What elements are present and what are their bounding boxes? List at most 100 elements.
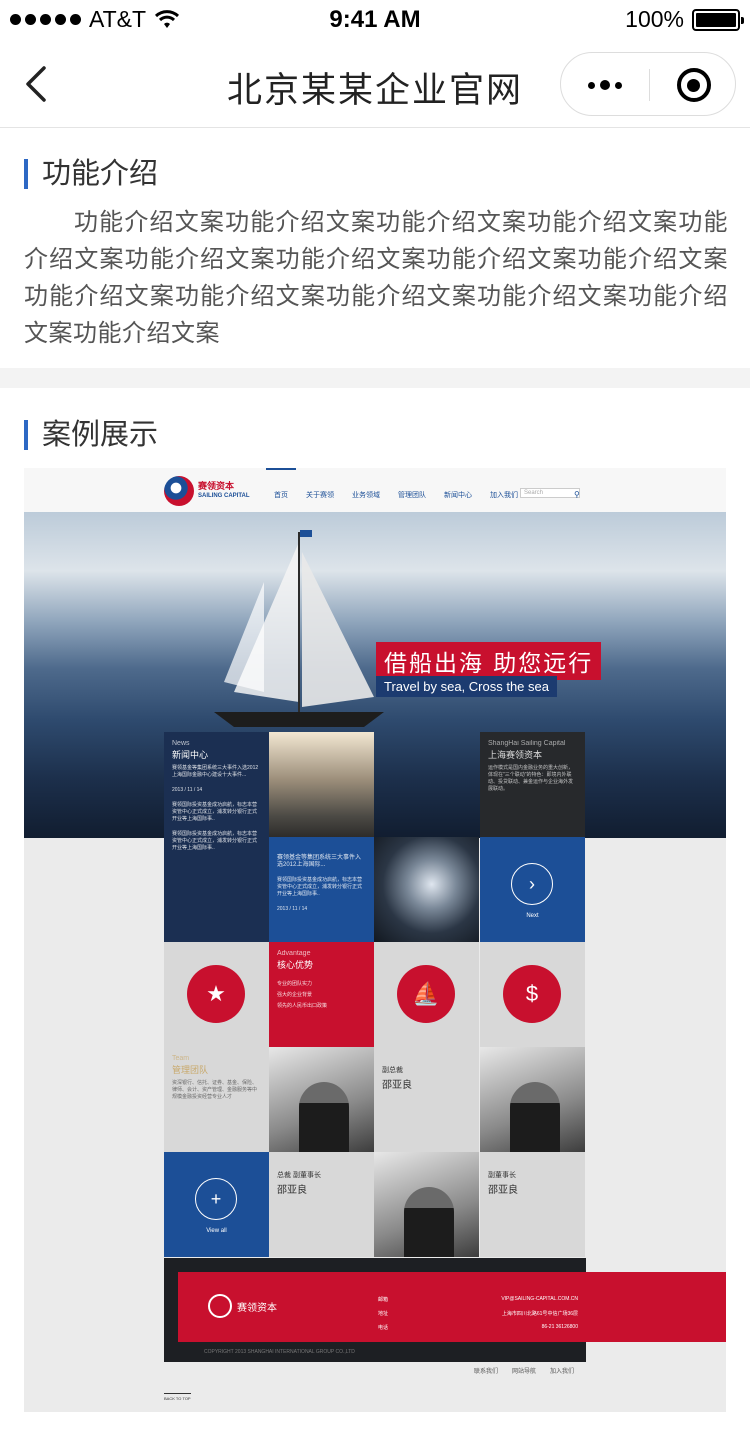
site-menu-item: 业务领域: [352, 492, 380, 499]
site-header: 赛领资本 SAILING CAPITAL 首页 关于赛领 业务领域 管理团队 新闻…: [24, 468, 726, 512]
vp-panel: 副总裁 邵亚良: [374, 1047, 479, 1152]
shanghai-cn: 上海赛领资本: [488, 750, 543, 760]
email-value: VIP@SAILING-CAPITAL.COM.CN: [501, 1296, 578, 1302]
shanghai-text: 运作模式是国内金融业务的重大创新，体现在"三个联动"的特色：即境内外联动、投贷联…: [488, 765, 574, 792]
news-en: News: [172, 740, 190, 747]
advantage-item: 专业的团队实力: [277, 981, 313, 987]
bookmark-tile: ★: [164, 942, 269, 1047]
vc-title: 副董事长: [488, 1172, 516, 1179]
section-title-cases: 案例展示: [24, 420, 158, 450]
intro-text: 功能介绍文案功能介绍文案功能介绍文案功能介绍文案功能介绍文案功能介绍文案功能介绍…: [24, 209, 728, 347]
vp-name: 邵亚良: [382, 1080, 412, 1091]
battery-icon: [692, 8, 744, 31]
watch-photo: [374, 837, 479, 942]
team-cn: 管理团队: [172, 1065, 209, 1075]
battery-percent: 100%: [625, 6, 684, 32]
target-close-icon[interactable]: [650, 53, 737, 117]
reader-photo: [480, 1047, 585, 1152]
navigation-bar: 北京某某企业官网: [0, 40, 750, 128]
site-menu-item: 新闻中心: [444, 492, 472, 499]
logo-icon: [208, 1294, 232, 1318]
banner-slogan: 借船出海 助您远行: [376, 642, 602, 680]
shanghai-en: ShangHai Sailing Capital: [488, 740, 566, 747]
city-photo: [269, 732, 374, 837]
mid-news-date: 2013 / 11 / 14: [277, 906, 308, 912]
advantage-item: 领先的人民币出口政策: [277, 1003, 328, 1009]
back-to-top: BACK TO TOP: [164, 1393, 191, 1401]
view-all-label: View all: [206, 1228, 227, 1234]
bottom-link: 联系我们: [474, 1369, 499, 1375]
person-icon: [404, 1187, 454, 1257]
advantage-en: Advantage: [277, 950, 311, 957]
next-panel[interactable]: › Next: [480, 837, 585, 942]
team-text: 资深银行、信托、证券、基金、保险、律师、会计、资产管理、金融服务等中规模金融投资…: [172, 1080, 258, 1100]
ceo-title: 总裁 副董事长: [277, 1172, 321, 1179]
person-icon: [299, 1082, 349, 1152]
case-screenshot[interactable]: 赛领资本 SAILING CAPITAL 首页 关于赛领 业务领域 管理团队 新闻…: [24, 468, 726, 1412]
bottom-links: 联系我们 网站导航 加入我们: [474, 1366, 574, 1375]
site-menu-item: 加入我们: [490, 492, 518, 499]
money-icon: $: [503, 965, 561, 1023]
next-label: Next: [526, 913, 539, 919]
menu-capsule: [560, 52, 736, 116]
news-item: 赛领国际投资基金成功启航，标志本营资管中心正式成立，浦发转分银行正式开业等上海国…: [172, 831, 258, 851]
logo-cn: 赛领资本: [198, 481, 235, 491]
sail-tile: ⛵: [374, 942, 479, 1047]
section-title-intro: 功能介绍: [24, 159, 158, 189]
team-en: Team: [172, 1055, 190, 1062]
plus-icon[interactable]: +: [195, 1178, 237, 1220]
chevron-right-icon[interactable]: ›: [511, 863, 553, 905]
sailboat-icon: [214, 530, 384, 727]
email-label: 邮箱: [378, 1297, 389, 1303]
address-value: 上海市四川北路61号中信广场36层: [501, 1311, 578, 1317]
team-panel: Team 管理团队 资深银行、信托、证券、基金、保险、律师、会计、资产管理、金融…: [164, 1047, 269, 1152]
footer-logo: 赛领资本: [208, 1294, 277, 1318]
site-menu: 首页 关于赛领 业务领域 管理团队 新闻中心 加入我们: [274, 490, 518, 500]
news-item: 赛领国际投资基金成功启航，标志本营资管中心正式成立，浦发转分银行正式开业等上海国…: [172, 802, 258, 822]
advantage-panel: Advantage 核心优势 专业的团队实力 强大的企业背景 领先的人民币出口政…: [269, 942, 374, 1047]
address-label: 地址: [378, 1311, 389, 1317]
shanghai-panel: ShangHai Sailing Capital 上海赛领资本 运作模式是国内金…: [480, 732, 585, 837]
advantage-item: 强大的企业背景: [277, 992, 313, 998]
bottom-link: 加入我们: [550, 1369, 575, 1375]
active-indicator: [266, 468, 296, 470]
search-icon: ⚲: [574, 490, 580, 499]
ceo-name: 邵亚良: [277, 1185, 307, 1196]
phone-value: 86-21 36126800: [541, 1324, 578, 1330]
more-dots-icon[interactable]: [561, 53, 649, 117]
hero-banner: 借船出海 助您远行 Travel by sea, Cross the sea: [24, 512, 726, 838]
site-menu-item: 管理团队: [398, 492, 426, 499]
footer-contact: 赛领资本 邮箱 VIP@SAILING-CAPITAL.COM.CN 地址 上海市四…: [178, 1272, 726, 1342]
bookmark-star-icon: ★: [187, 965, 245, 1023]
site-menu-item: 关于赛领: [306, 492, 334, 499]
bottom-link: 网站导航: [512, 1369, 537, 1375]
news-cn: 新闻中心: [172, 750, 209, 760]
ceo-panel: 总裁 副董事长 邵亚良: [269, 1152, 374, 1257]
status-bar: AT&T 9:41 AM 100%: [0, 0, 750, 40]
copyright: COPYRIGHT 2013 SHANGHAI INTERNATIONAL GR…: [204, 1349, 355, 1355]
mid-news-panel: 赛领基金等集团系统三大事件入选2012上海国际... 赛领国际投资基金成功启航，…: [269, 837, 374, 942]
vc-panel: 副董事长 邵亚良: [480, 1152, 585, 1257]
vc-name: 邵亚良: [488, 1185, 518, 1196]
vp-photo: [269, 1047, 374, 1152]
news-text: 赛领基金等集团系统三大事件入选2012上海国际金融中心建设十大事件...: [172, 765, 259, 778]
vp-title: 副总裁: [382, 1067, 403, 1074]
money-tile: $: [480, 942, 585, 1047]
mid-news-text: 赛领国际投资基金成功启航，标志本营资管中心正式成立，浦发转分银行正式开业等上海国…: [277, 877, 363, 897]
news-date: 2013 / 11 / 14: [172, 787, 203, 793]
advantage-cn: 核心优势: [277, 960, 314, 970]
logo-icon: [164, 476, 194, 506]
view-all-panel[interactable]: + View all: [164, 1152, 269, 1257]
phone-label: 电话: [378, 1325, 389, 1331]
mid-news-title: 赛领基金等集团系统三大事件入选2012上海国际...: [277, 855, 362, 868]
site-search: Search: [520, 488, 580, 498]
site-logo: 赛领资本 SAILING CAPITAL: [164, 476, 250, 506]
site-menu-item: 首页: [274, 492, 288, 499]
logo-en: SAILING CAPITAL: [198, 493, 250, 499]
person-icon: [510, 1082, 560, 1152]
news-panel: News 新闻中心 赛领基金等集团系统三大事件入选2012上海国际金融中心建设十…: [164, 732, 269, 942]
section-divider: [0, 368, 750, 388]
woman-photo: [374, 1152, 479, 1257]
sail-icon: ⛵: [397, 965, 455, 1023]
banner-slogan-en: Travel by sea, Cross the sea: [376, 676, 557, 697]
